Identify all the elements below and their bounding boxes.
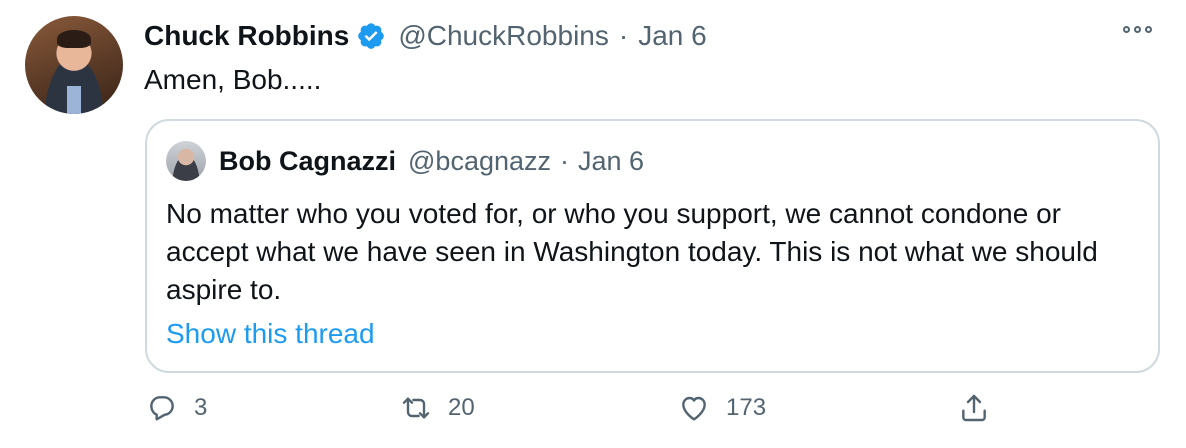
verified-badge-icon (358, 23, 385, 49)
author-avatar[interactable] (25, 16, 123, 114)
more-dot (1145, 26, 1152, 33)
more-dot (1134, 26, 1141, 33)
retweet-count: 20 (448, 394, 475, 421)
tweet-text: Amen, Bob..... (144, 64, 322, 95)
tweet-header: Chuck Robbins @ChuckRobbins · Jan 6 (144, 18, 707, 54)
quoted-tweet-date[interactable]: Jan 6 (578, 146, 644, 177)
retweet-button[interactable]: 20 (400, 392, 475, 424)
reply-icon (150, 396, 174, 421)
quoted-tweet-text: No matter who you voted for, or who you … (166, 198, 1098, 305)
like-icon (682, 396, 706, 421)
quoted-tweet-header: Bob Cagnazzi @bcagnazz · Jan 6 (219, 141, 644, 181)
like-count: 173 (726, 394, 767, 421)
tweet-actions: 3 20 173 (146, 392, 1046, 432)
show-thread-link[interactable]: Show this thread (166, 315, 375, 353)
reply-count: 3 (194, 394, 208, 421)
author-handle[interactable]: @ChuckRobbins (398, 20, 609, 52)
reply-button[interactable]: 3 (146, 392, 207, 424)
quoted-author-handle[interactable]: @bcagnazz (408, 146, 551, 177)
quoted-author-avatar[interactable] (166, 141, 206, 181)
more-options-icon[interactable] (1123, 26, 1152, 33)
avatar-shirt (67, 86, 81, 114)
more-dot (1123, 26, 1130, 33)
retweet-icon (402, 397, 430, 419)
quoted-author-name[interactable]: Bob Cagnazzi (219, 146, 396, 177)
share-button[interactable] (958, 392, 990, 424)
author-name[interactable]: Chuck Robbins (144, 20, 349, 52)
like-button[interactable]: 173 (678, 392, 766, 424)
tweet-date[interactable]: Jan 6 (638, 20, 707, 52)
quoted-tweet-card[interactable]: Bob Cagnazzi @bcagnazz · Jan 6 No matter… (145, 119, 1160, 373)
avatar-hair (57, 30, 91, 48)
quoted-header-separator: · (560, 145, 570, 176)
header-separator: · (618, 20, 629, 51)
share-icon (962, 394, 986, 422)
